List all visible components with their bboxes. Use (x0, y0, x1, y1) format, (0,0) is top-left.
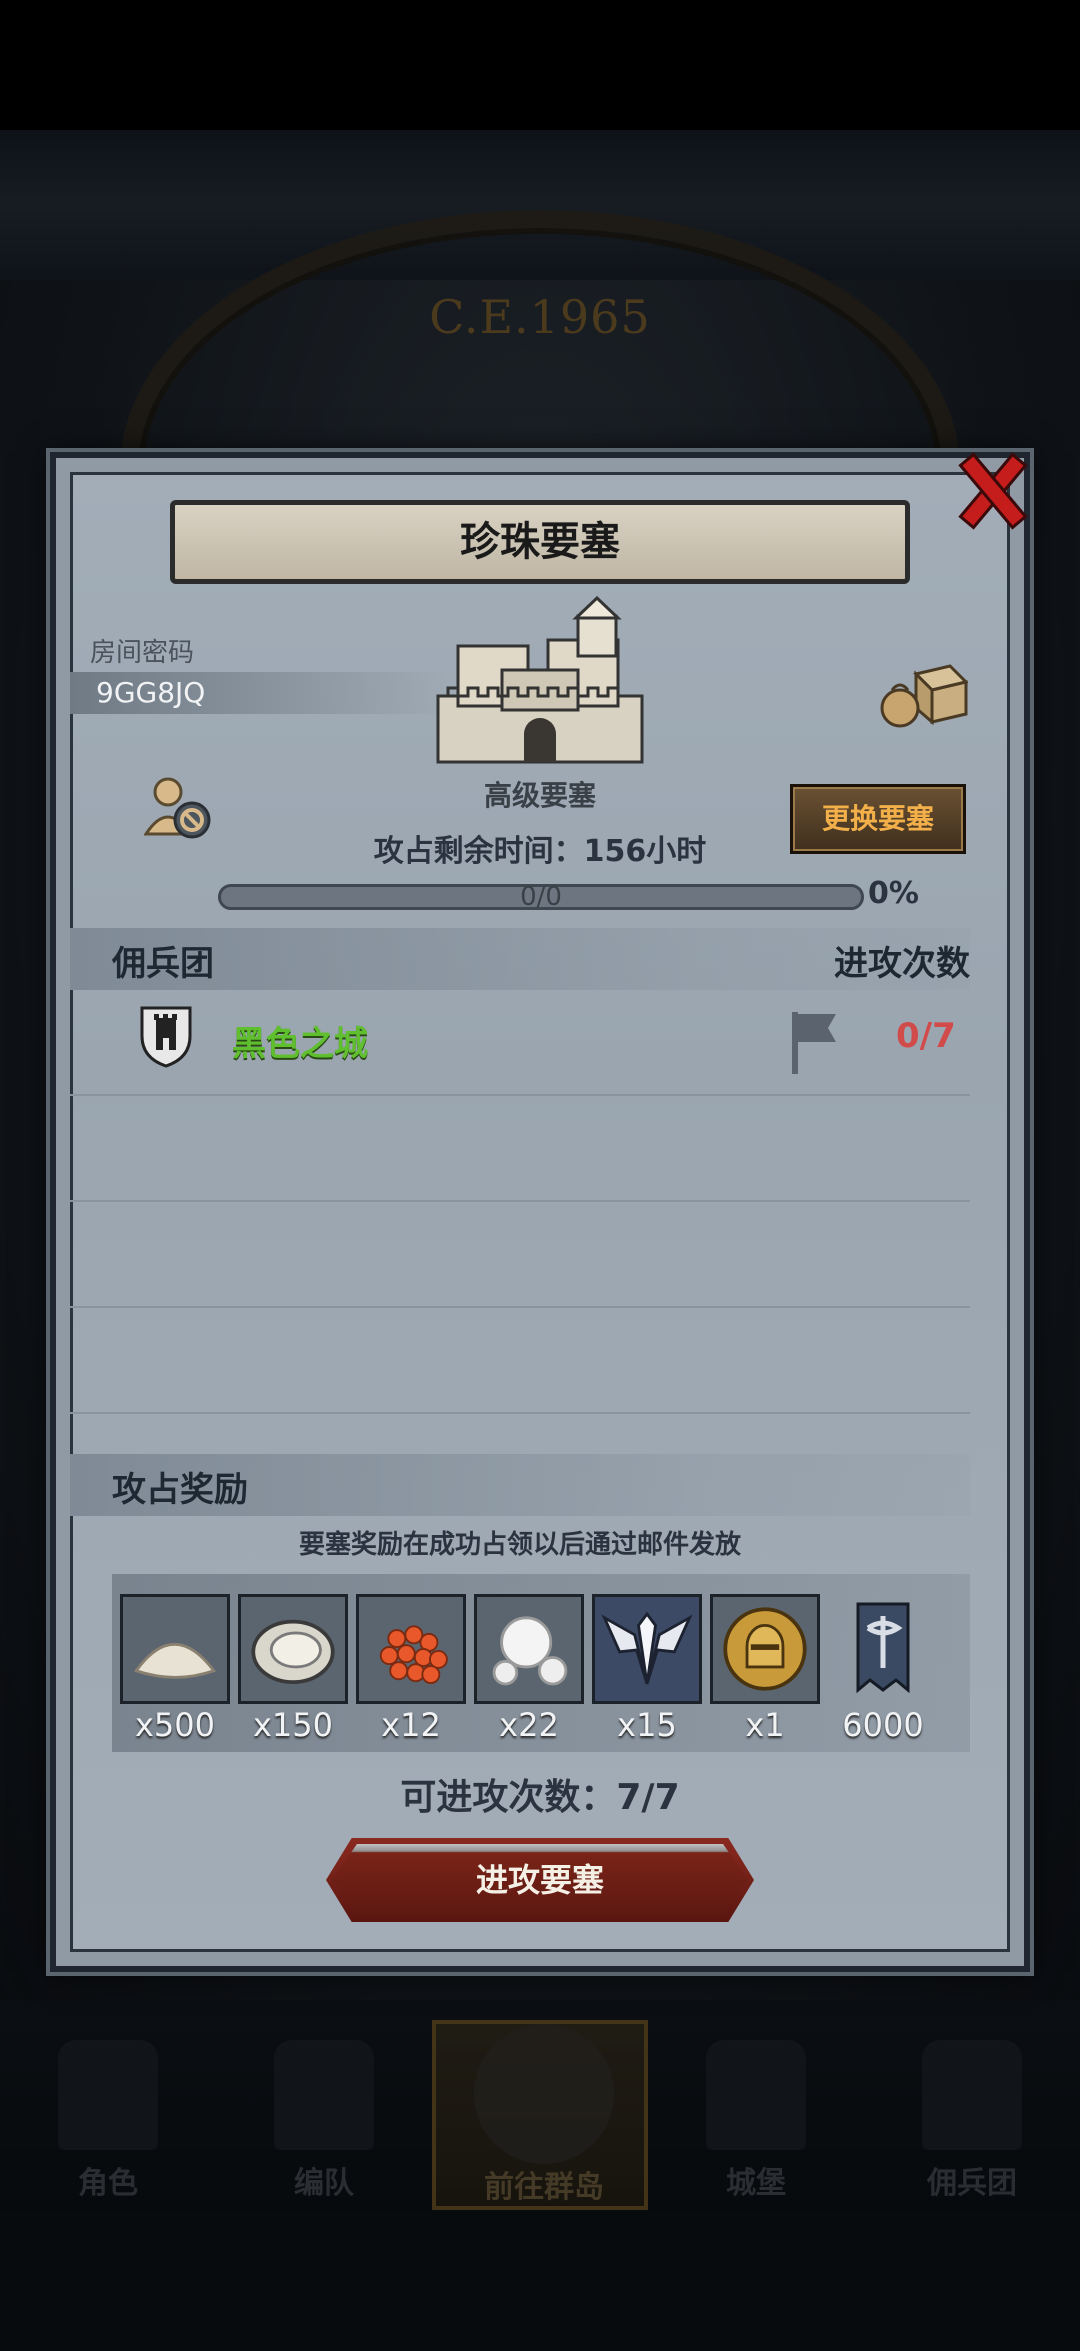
fortress-grade: 高级要塞 (483, 779, 596, 812)
attack-count-header: 进攻次数 (834, 944, 970, 984)
flag-icon (792, 1012, 836, 1074)
oyster-icon (238, 1594, 348, 1704)
close-button[interactable] (950, 448, 1030, 528)
progress-text: 0/0 (520, 882, 562, 912)
attacks-available: 可进攻次数：7/7 (400, 1777, 680, 1818)
change-fortress-button[interactable]: 更换要塞 (790, 784, 966, 854)
reward-qty: x12 (381, 1706, 441, 1744)
fish-roe-icon (356, 1594, 466, 1704)
banner-icon (856, 1602, 910, 1694)
reward-qty: x500 (134, 1706, 215, 1744)
reward-qty: x1 (745, 1706, 785, 1744)
room-password-box: 9GG8JQ (70, 672, 450, 714)
mercenary-name: 黑色之城 (232, 1024, 368, 1064)
user-blocked-icon[interactable] (144, 774, 216, 842)
capture-progress-bar: 0/0 (218, 882, 864, 912)
mercenary-row-empty (70, 1202, 970, 1308)
reward-qty: 6000 (842, 1706, 924, 1744)
attack-fortress-button[interactable]: 进攻要塞 (326, 1838, 754, 1922)
mercenary-section-header: 佣兵团 进攻次数 (70, 928, 970, 990)
progress-percent: 0% (868, 876, 919, 911)
mercenary-row-empty (70, 1096, 970, 1202)
reward-list: x500 x150 x12 x22 x15 x1 6000 (112, 1574, 970, 1752)
remaining-time: 攻占剩余时间：156小时 (373, 834, 707, 869)
attack-ratio: 0/7 (896, 1016, 956, 1056)
room-password-label: 房间密码 (90, 638, 195, 668)
page-title: 珍珠要塞 (460, 519, 620, 565)
reward-qty: x15 (617, 1706, 677, 1744)
mercenary-row-empty (70, 1308, 970, 1414)
room-password-value: 9GG8JQ (96, 676, 206, 709)
supply-crate-icon[interactable] (880, 660, 968, 730)
winged-emblem-icon (592, 1594, 702, 1704)
fortress-icon (436, 596, 644, 764)
attack-button-label: 进攻要塞 (475, 1861, 604, 1899)
reward-section-header: 攻占奖励 (70, 1454, 970, 1516)
reward-qty: x150 (252, 1706, 333, 1744)
reward-note: 要塞奖励在成功占领以后通过邮件发放 (298, 1530, 741, 1560)
reward-qty: x22 (499, 1706, 559, 1744)
tower-shield-icon (140, 1006, 192, 1068)
title-banner: 珍珠要塞 (170, 500, 910, 584)
knight-medal-icon (710, 1594, 820, 1704)
salt-pile-icon (120, 1594, 230, 1704)
pearl-icon (474, 1594, 584, 1704)
mercenary-row[interactable]: 黑色之城 0/7 (70, 990, 970, 1096)
reward-section-title: 攻占奖励 (112, 1470, 248, 1510)
